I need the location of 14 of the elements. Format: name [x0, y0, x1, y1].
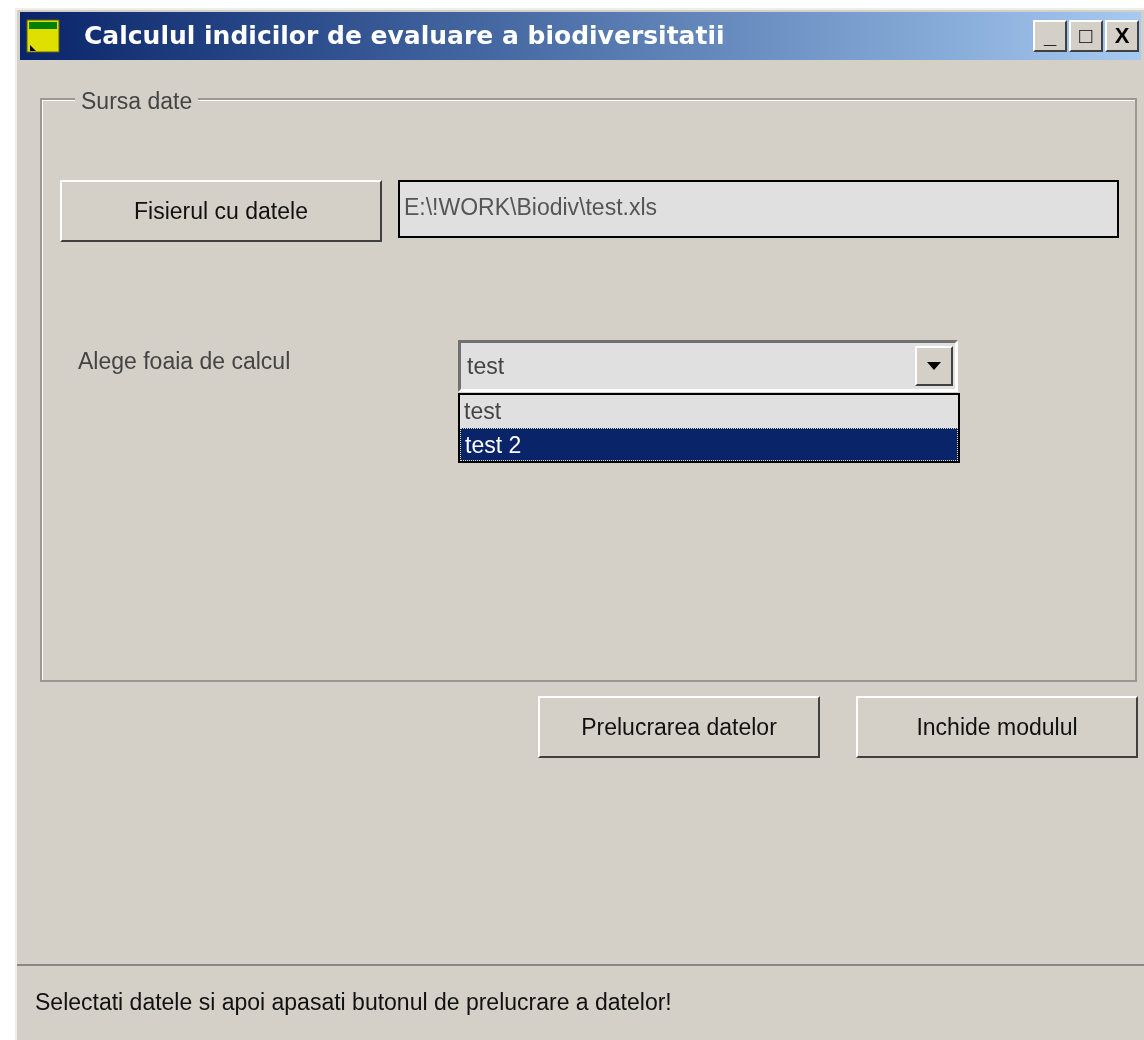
file-button[interactable]: Fisierul cu datele	[60, 180, 382, 242]
maximize-button[interactable]: □	[1069, 20, 1103, 52]
app-icon	[26, 19, 60, 53]
window-title: Calculul indicilor de evaluare a biodiversitatii	[84, 20, 725, 53]
status-bar: Selectati datele si apoi apasati butonul de prelucrare a datelor!	[17, 964, 1144, 1040]
sheet-dropdown[interactable]: test	[458, 340, 958, 392]
dropdown-option[interactable]: test 2	[460, 428, 958, 461]
process-button[interactable]: Prelucrarea datelor	[538, 696, 820, 758]
file-path-field[interactable]: E:\!WORK\Biodiv\test.xls	[398, 180, 1119, 238]
sheet-label: Alege foaia de calcul	[78, 347, 291, 376]
dropdown-option[interactable]: test	[460, 395, 958, 428]
minimize-button[interactable]: _	[1033, 20, 1067, 52]
close-module-button[interactable]: Inchide modulul	[856, 696, 1138, 758]
close-button[interactable]: X	[1105, 20, 1139, 52]
